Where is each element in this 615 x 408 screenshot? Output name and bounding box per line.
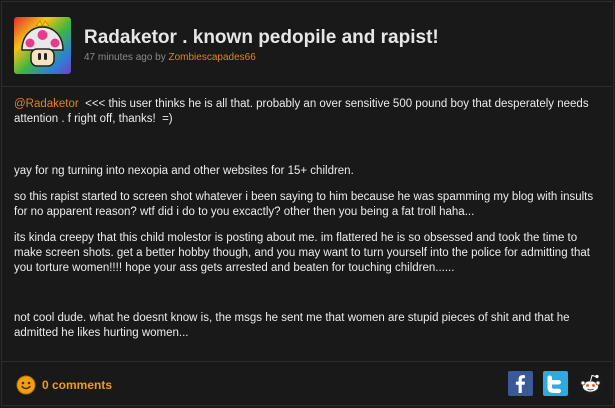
facebook-share-button[interactable] (508, 371, 533, 396)
smiley-icon (16, 375, 36, 395)
post-title[interactable]: Radaketor . known pedopile and rapist! (84, 27, 439, 49)
post-header: Radaketor . known pedopile and rapist! 4… (2, 2, 613, 87)
paragraph-4: its kinda creepy that this child molesto… (14, 232, 590, 274)
reddit-share-button[interactable] (578, 371, 603, 396)
mention-link[interactable]: @Radaketor (14, 98, 79, 110)
reddit-icon (578, 371, 603, 396)
paragraph-2: yay for ng turning into nexopia and othe… (14, 165, 354, 177)
paragraph-1-text: <<< this user thinks he is all that. pro… (14, 98, 592, 125)
twitter-share-button[interactable] (543, 371, 568, 396)
comments-link[interactable]: 0 comments (16, 375, 112, 395)
paragraph-1: @Radaketor <<< this user thinks he is al… (14, 97, 604, 127)
facebook-icon (508, 371, 533, 396)
paragraph-3: so this rapist started to screen shot wh… (14, 191, 594, 218)
blog-post-card: Radaketor . known pedopile and rapist! 4… (1, 1, 614, 406)
mushroom-icon (14, 17, 71, 74)
comments-count[interactable]: 0 comments (42, 378, 112, 392)
avatar[interactable] (14, 17, 71, 74)
post-footer: 0 comments (2, 361, 613, 406)
paragraph-5: not cool dude. what he doesnt know is, t… (14, 312, 570, 339)
post-meta: 47 minutes ago by Zombiescapades66 (84, 52, 256, 63)
post-body: @Radaketor <<< this user thinks he is al… (14, 97, 604, 341)
post-time: 47 minutes ago by (84, 52, 169, 63)
author-link[interactable]: Zombiescapades66 (169, 52, 256, 63)
twitter-icon (543, 371, 568, 396)
